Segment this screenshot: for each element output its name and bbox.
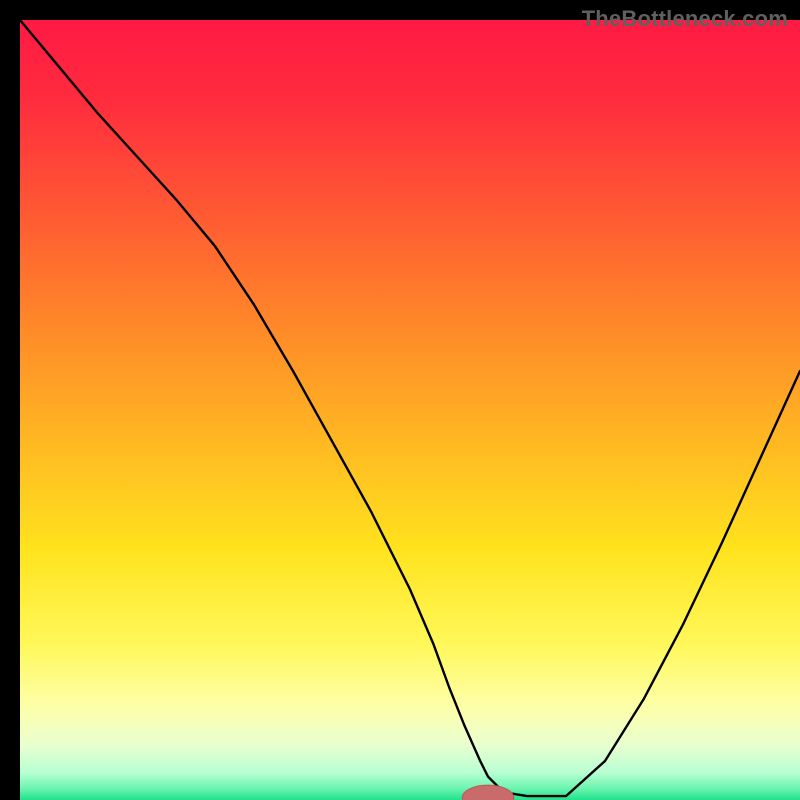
chart-frame [10, 10, 790, 790]
bottleneck-chart [20, 20, 800, 800]
gradient-background [20, 20, 800, 800]
watermark-text: TheBottleneck.com [582, 6, 788, 32]
